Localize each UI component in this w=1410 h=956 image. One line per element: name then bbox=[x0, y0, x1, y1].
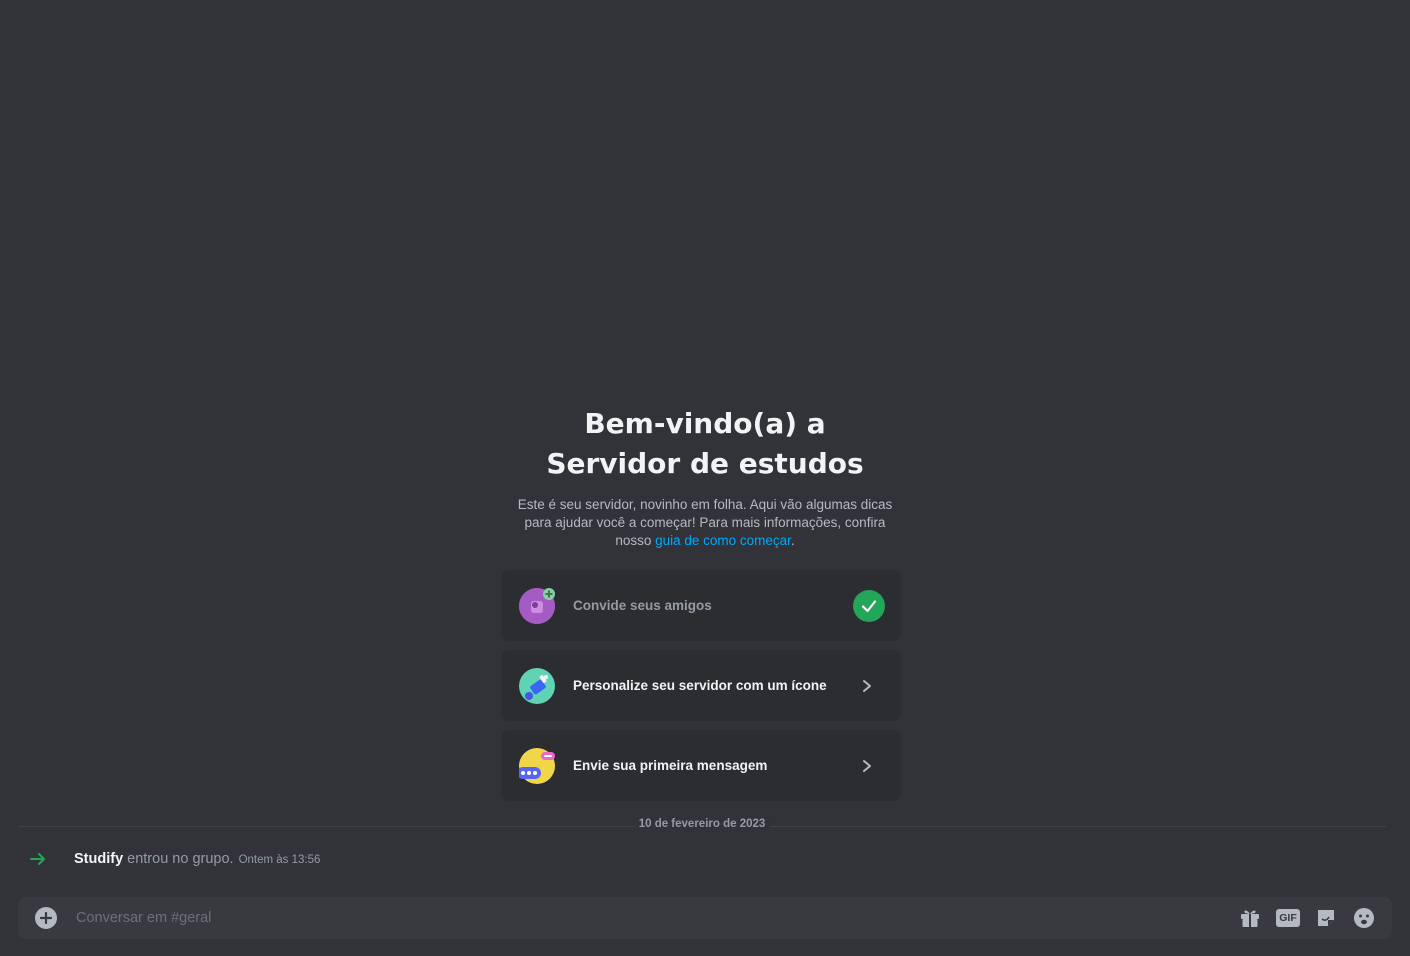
add-attachment-icon[interactable] bbox=[35, 907, 57, 929]
setup-checklist: Convide seus amigos Personalize seu serv… bbox=[501, 570, 901, 810]
message-composer: GIF bbox=[18, 897, 1392, 939]
gift-icon[interactable] bbox=[1238, 906, 1262, 930]
customize-icon bbox=[519, 667, 555, 704]
checkmark-icon bbox=[853, 589, 885, 622]
message-text: entrou no grupo. bbox=[127, 851, 234, 867]
chevron-right-icon bbox=[857, 676, 877, 696]
date-divider: 10 de fevereiro de 2023 bbox=[18, 818, 1386, 830]
sticker-icon[interactable] bbox=[1314, 906, 1338, 930]
welcome-section: Bem-vindo(a) a Servidor de estudos Este … bbox=[0, 404, 1410, 550]
checklist-item-label: Personalize seu servidor com um ícone bbox=[573, 678, 827, 693]
checklist-item-customize-server[interactable]: Personalize seu servidor com um ícone bbox=[501, 650, 901, 721]
welcome-description-end: . bbox=[790, 533, 795, 548]
welcome-title: Bem-vindo(a) a Servidor de estudos bbox=[0, 404, 1410, 484]
message-timestamp: Ontem às 13:56 bbox=[238, 854, 321, 866]
emoji-icon[interactable] bbox=[1352, 906, 1376, 930]
welcome-title-line1: Bem-vindo(a) a bbox=[584, 407, 826, 440]
invite-friends-icon bbox=[519, 587, 555, 624]
checklist-item-invite-friends[interactable]: Convide seus amigos bbox=[501, 570, 901, 641]
gif-label: GIF bbox=[1276, 909, 1300, 927]
checklist-item-label: Convide seus amigos bbox=[573, 598, 712, 613]
chevron-right-icon bbox=[857, 756, 877, 776]
divider-date: 10 de fevereiro de 2023 bbox=[634, 818, 770, 830]
gif-button[interactable]: GIF bbox=[1276, 906, 1300, 930]
first-message-icon bbox=[517, 747, 555, 784]
welcome-description: Este é seu servidor, novinho em folha. A… bbox=[505, 496, 905, 550]
welcome-title-line2: Servidor de estudos bbox=[546, 447, 864, 480]
getting-started-guide-link[interactable]: guia de como começar bbox=[655, 533, 791, 548]
checklist-item-first-message[interactable]: Envie sua primeira mensagem bbox=[501, 730, 901, 801]
chat-area: Bem-vindo(a) a Servidor de estudos Este … bbox=[0, 0, 1410, 956]
message-input[interactable] bbox=[74, 897, 1238, 939]
system-message-join: Studify entrou no grupo. Ontem às 13:56 bbox=[28, 848, 320, 870]
message-username[interactable]: Studify bbox=[74, 851, 123, 867]
join-arrow-icon bbox=[30, 853, 45, 865]
checklist-item-label: Envie sua primeira mensagem bbox=[573, 758, 768, 773]
